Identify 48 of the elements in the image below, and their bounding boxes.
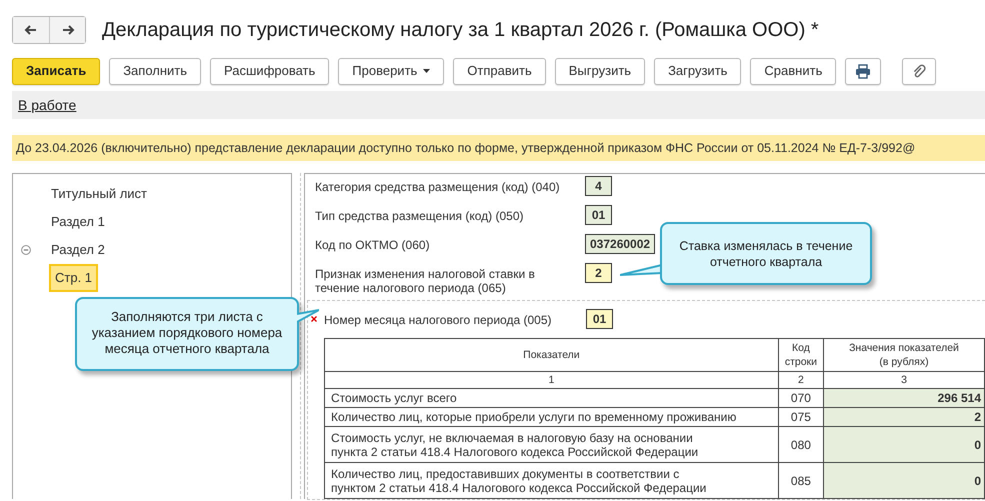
- back-button[interactable]: [13, 16, 49, 42]
- input-field[interactable]: 037260002: [585, 234, 656, 254]
- toolbar-button[interactable]: Выгрузить: [554, 58, 646, 84]
- toolbar-button[interactable]: Сравнить: [750, 58, 836, 84]
- attach-button[interactable]: [902, 58, 936, 84]
- value-cell[interactable]: 0: [824, 426, 984, 462]
- table-cell: Стоимость услуг, не включаемая в налоговую базу на основании пункта 2 статьи 418.4 Налогового кодекса Российской Федерации: [324, 426, 778, 462]
- input-field[interactable]: 01: [586, 309, 613, 329]
- tree-item[interactable]: Раздел 1: [47, 210, 109, 234]
- column-header: Значения показателей (в рублях): [824, 338, 984, 372]
- table-cell: Количество лиц, предоставивших документы в соответствии с пунктом 2 статьи 418.4 Налогового кодекса Российской Федерации: [324, 462, 778, 498]
- toolbar-button[interactable]: Расшифровать: [210, 58, 330, 84]
- column-header: Показатели: [324, 338, 778, 372]
- table-cell: Стоимость услуг всего: [324, 388, 778, 408]
- collapse-icon[interactable]: [21, 245, 31, 255]
- field-label: Номер месяца налогового периода (005): [324, 312, 552, 327]
- field-label: Признак изменения налоговой ставки в течение налогового периода (065): [315, 266, 536, 295]
- value-cell[interactable]: 2: [824, 408, 984, 426]
- input-field[interactable]: 01: [585, 205, 612, 225]
- print-button[interactable]: [845, 58, 882, 84]
- tree-item[interactable]: Титульный лист: [47, 182, 152, 206]
- input-field[interactable]: 2: [585, 263, 612, 283]
- toolbar-button[interactable]: Отправить: [453, 58, 546, 84]
- field-label: Категория средства размещения (код) (040): [315, 179, 561, 194]
- column-number: 1: [324, 372, 778, 388]
- field-label: Тип средства размещения (код) (050): [315, 208, 525, 223]
- tree-item[interactable]: Стр. 1: [49, 264, 98, 292]
- callout: Ставка изменялась в течение отчетного квартала: [660, 222, 872, 285]
- callout: Заполняются три листа с указанием порядкового номера месяца отчетного квартала: [75, 297, 299, 371]
- table-cell: Количество лиц, которые приобрели услуги по временному проживанию: [324, 408, 778, 426]
- toolbar-button[interactable]: Загрузить: [654, 58, 742, 84]
- column-header: Код строки: [778, 338, 824, 372]
- value-cell[interactable]: 296 514: [824, 388, 984, 408]
- input-field[interactable]: 4: [585, 176, 612, 196]
- column-number: 2: [778, 372, 824, 388]
- paperclip-icon: [912, 64, 926, 78]
- dropdown-button[interactable]: Проверить: [338, 58, 444, 84]
- toolbar-button[interactable]: Записать: [12, 58, 100, 84]
- tree-item[interactable]: Раздел 2: [47, 238, 109, 262]
- printer-icon: [855, 64, 872, 78]
- window-title: Декларация по туристическому налогу за 1 квартал 2026 г. (Ромашка ООО) *: [102, 18, 819, 42]
- forward-button[interactable]: [49, 16, 85, 42]
- toolbar-button[interactable]: Заполнить: [109, 58, 202, 84]
- value-cell[interactable]: 0: [824, 462, 984, 498]
- field-label: Код по ОКТМО (060): [315, 237, 431, 252]
- status-link[interactable]: В работе: [18, 94, 76, 116]
- notice-text: До 23.04.2026 (включительно) представление декларации доступно только по форме, утвержденной приказом ФНС России от 05.11.2024 № ЕД-7-3/992@: [12, 135, 985, 161]
- caret-icon: [423, 69, 430, 73]
